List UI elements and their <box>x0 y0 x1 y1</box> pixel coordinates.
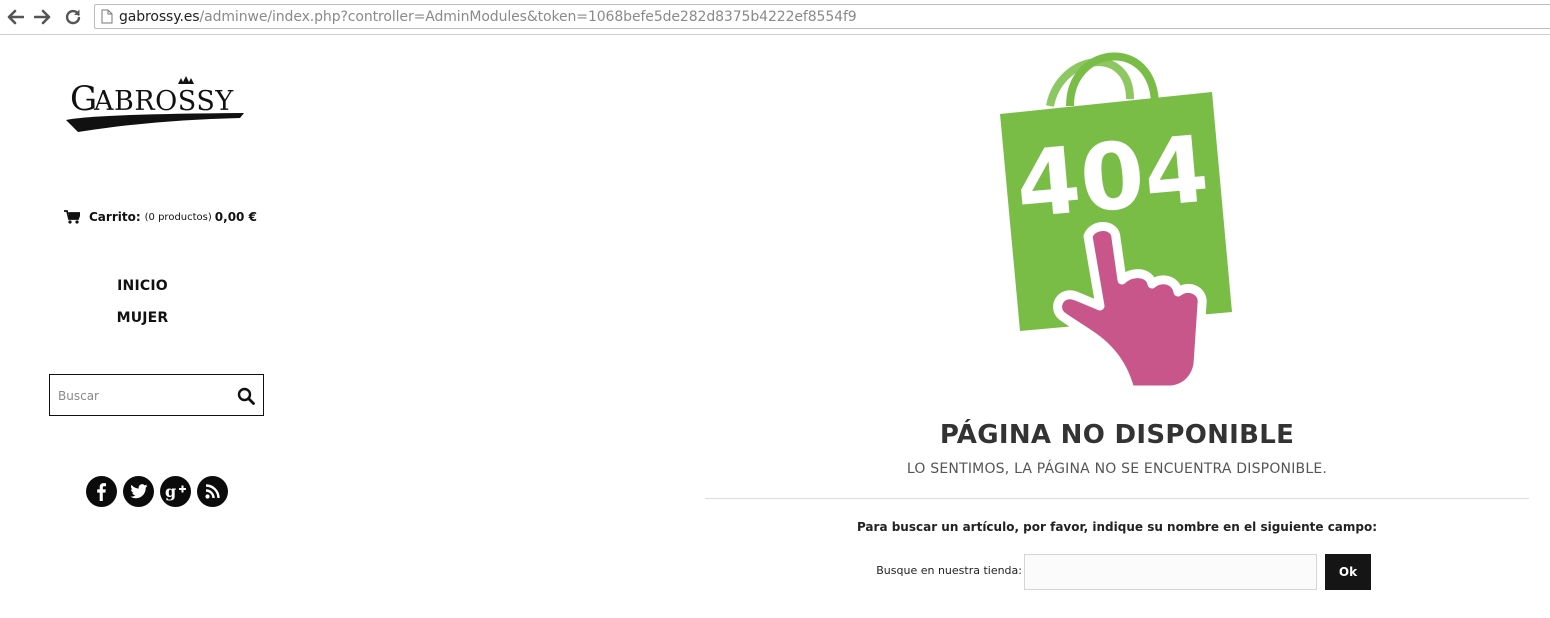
url-path: /adminwe/index.php?controller=AdminModul… <box>199 8 857 25</box>
facebook-icon[interactable] <box>86 476 117 507</box>
arrow-right-icon <box>34 9 51 25</box>
main-menu: INICIO MUJER <box>0 276 285 340</box>
browser-toolbar: gabrossy.es/adminwe/index.php?controller… <box>0 0 1550 35</box>
url-host: gabrossy.es <box>119 8 200 25</box>
address-bar[interactable]: gabrossy.es/adminwe/index.php?controller… <box>94 4 1550 29</box>
404-bag-illustration: 404 <box>1000 52 1232 394</box>
shopping-cart-icon <box>64 210 80 224</box>
reload-icon <box>65 9 81 25</box>
cart-total: 0,00 € <box>214 210 257 224</box>
svg-text:g: g <box>165 483 176 501</box>
svg-text:G: G <box>70 79 97 119</box>
back-button[interactable] <box>4 6 26 28</box>
store-search-label: Busque en nuestra tienda: <box>876 564 1022 577</box>
twitter-icon[interactable] <box>123 476 154 507</box>
gabrossy-logo[interactable]: G ABROSSY <box>64 70 248 136</box>
url-text: gabrossy.es/adminwe/index.php?controller… <box>119 9 857 25</box>
cart-count: (0 productos) <box>144 211 212 223</box>
page-title: PÁGINA NO DISPONIBLE <box>939 420 1295 450</box>
menu-item-mujer[interactable]: MUJER <box>0 308 285 340</box>
cart-label: Carrito: <box>89 210 141 224</box>
divider <box>705 498 1529 499</box>
ok-button[interactable]: Ok <box>1325 554 1371 590</box>
search-instruction: Para buscar un artículo, por favor, indi… <box>856 520 1378 534</box>
rss-icon[interactable] <box>197 476 228 507</box>
store-search-input[interactable] <box>1024 554 1317 590</box>
forward-button[interactable] <box>32 6 54 28</box>
page-icon <box>101 9 113 24</box>
google-plus-icon[interactable]: g <box>160 476 191 507</box>
search-input[interactable] <box>58 385 228 407</box>
menu-item-inicio[interactable]: INICIO <box>0 276 285 308</box>
page-subtitle: LO SENTIMOS, LA PÁGINA NO SE ENCUENTRA D… <box>906 461 1328 477</box>
404-text: 404 <box>1012 116 1213 239</box>
social-links: g <box>86 476 234 507</box>
search-icon[interactable] <box>237 387 255 405</box>
reload-button[interactable] <box>62 6 84 28</box>
svg-text:ABROSSY: ABROSSY <box>93 86 234 117</box>
sidebar-search <box>49 374 264 416</box>
cart-summary[interactable]: Carrito: (0 productos) 0,00 € <box>64 210 257 224</box>
arrow-left-icon <box>7 9 24 25</box>
